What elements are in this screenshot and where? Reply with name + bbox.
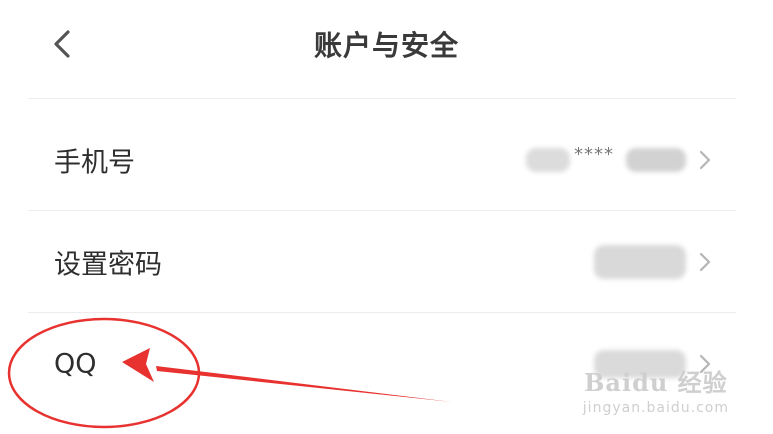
- settings-row-qq[interactable]: QQ: [28, 314, 736, 414]
- masked-phone-digits: ****: [574, 144, 614, 165]
- row-label-qq: QQ: [54, 348, 97, 380]
- divider: [28, 210, 736, 211]
- row-label-password: 设置密码: [54, 249, 162, 281]
- page-title: 账户与安全: [313, 29, 459, 62]
- row-value-phone: ****: [526, 144, 686, 172]
- divider: [28, 98, 736, 99]
- blurred-value: [526, 148, 570, 172]
- row-value-password: [594, 245, 686, 279]
- settings-row-phone[interactable]: 手机号 ****: [28, 110, 736, 210]
- chevron-right-icon: [699, 354, 711, 374]
- chevron-right-icon: [699, 150, 711, 170]
- settings-row-password[interactable]: 设置密码: [28, 212, 736, 312]
- chevron-right-icon: [699, 252, 711, 272]
- blurred-value: [594, 245, 686, 279]
- blurred-value: [626, 148, 686, 172]
- divider: [28, 312, 736, 313]
- blurred-value: [594, 350, 686, 378]
- row-label-phone: 手机号: [54, 147, 135, 179]
- row-value-qq: [594, 350, 686, 378]
- top-bar: 账户与安全: [0, 0, 773, 98]
